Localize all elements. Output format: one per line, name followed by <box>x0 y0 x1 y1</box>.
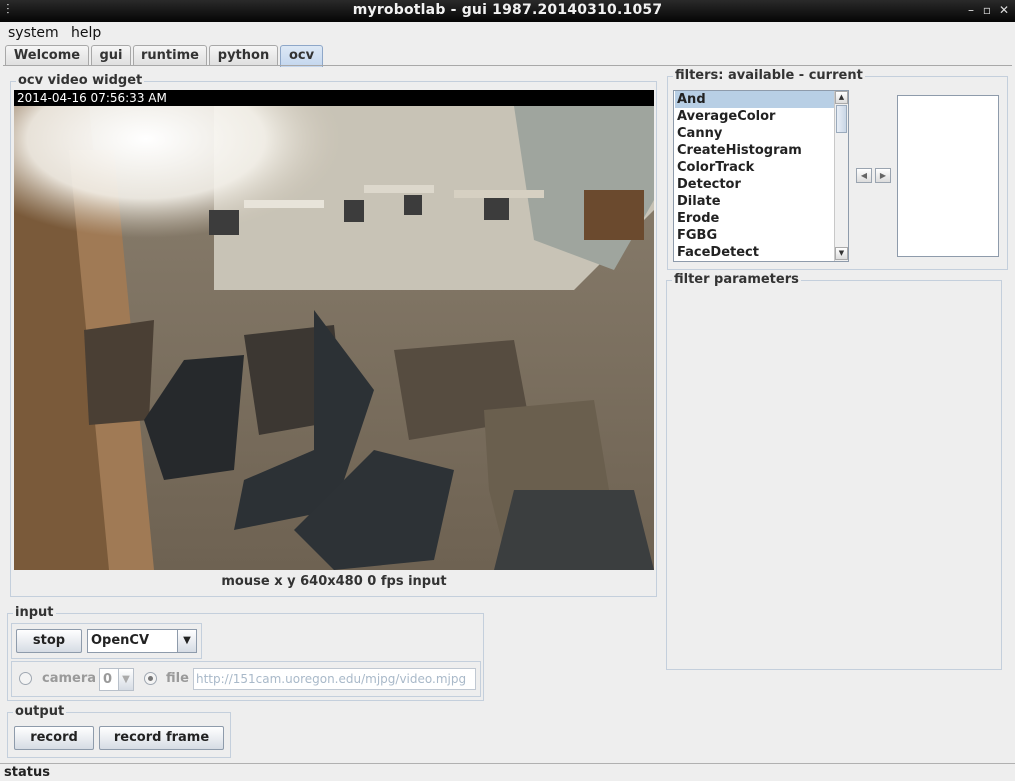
record-button[interactable]: record <box>14 726 94 750</box>
tab-welcome[interactable]: Welcome <box>5 45 89 66</box>
menu-bar: system help <box>0 22 1015 44</box>
video-timestamp: 2014-04-16 07:56:33 AM <box>14 90 654 106</box>
tab-ocv[interactable]: ocv <box>280 45 323 67</box>
available-filters-list[interactable]: And AverageColor Canny CreateHistogram C… <box>673 90 849 262</box>
file-url-input[interactable] <box>193 668 476 690</box>
list-item[interactable]: And <box>675 91 835 108</box>
camera-image <box>14 90 654 570</box>
camera-radio[interactable] <box>19 672 32 685</box>
filters-scrollbar[interactable]: ▲ ▼ <box>834 91 848 261</box>
current-filters-list[interactable] <box>897 95 999 257</box>
scrollbar-thumb[interactable] <box>836 105 847 133</box>
video-widget-title: ocv video widget <box>16 73 145 89</box>
status-label: status <box>4 765 50 780</box>
camera-label: camera <box>42 671 97 686</box>
window-title: myrobotlab - gui 1987.20140310.1057 <box>352 2 663 18</box>
tab-bar: Welcome gui runtime python ocv <box>0 44 1015 67</box>
list-item[interactable]: Erode <box>675 210 835 227</box>
input-title: input <box>13 605 56 621</box>
scroll-down-icon[interactable]: ▼ <box>835 247 848 260</box>
grabber-select[interactable]: OpenCV ▼ <box>87 629 197 653</box>
scroll-up-icon[interactable]: ▲ <box>835 91 848 104</box>
list-item[interactable]: FGBG <box>675 227 835 244</box>
add-filter-button[interactable]: ◀ <box>856 168 872 183</box>
camera-index-value: 0 <box>103 672 113 687</box>
list-item[interactable]: Dilate <box>675 193 835 210</box>
chevron-down-icon: ▼ <box>177 630 196 652</box>
video-info-label: mouse x y 640x480 0 fps input <box>221 574 447 589</box>
list-item[interactable]: Detector <box>675 176 835 193</box>
status-bar: status <box>0 763 1015 781</box>
list-item[interactable]: AverageColor <box>675 108 835 125</box>
video-frame[interactable]: 2014-04-16 07:56:33 AM <box>14 90 654 570</box>
filter-parameters-title: filter parameters <box>672 272 801 288</box>
close-icon[interactable]: ✕ <box>997 3 1011 17</box>
output-title: output <box>13 704 67 720</box>
filters-title: filters: available - current <box>673 68 865 84</box>
tab-runtime[interactable]: runtime <box>133 45 207 66</box>
chevron-down-icon: ▼ <box>118 669 133 690</box>
tab-gui[interactable]: gui <box>91 45 131 66</box>
filter-parameters-panel: filter parameters <box>666 272 1002 670</box>
list-item[interactable]: Canny <box>675 125 835 142</box>
title-bar: ⫶ myrobotlab - gui 1987.20140310.1057 – … <box>0 0 1015 22</box>
remove-filter-button[interactable]: ▶ <box>875 168 891 183</box>
file-radio[interactable] <box>144 672 157 685</box>
menu-help[interactable]: help <box>71 25 101 41</box>
minimize-icon[interactable]: – <box>964 3 978 17</box>
file-label: file <box>166 671 189 686</box>
tab-python[interactable]: python <box>209 45 278 66</box>
grabber-value: OpenCV <box>91 633 150 648</box>
list-item[interactable]: FaceDetect <box>675 244 835 261</box>
maximize-icon[interactable]: ▫ <box>980 3 994 17</box>
record-frame-button[interactable]: record frame <box>99 726 224 750</box>
menu-system[interactable]: system <box>8 25 59 41</box>
stop-button[interactable]: stop <box>16 629 82 653</box>
list-item[interactable]: ColorTrack <box>675 159 835 176</box>
list-item[interactable]: CreateHistogram <box>675 142 835 159</box>
camera-index-select[interactable]: 0 ▼ <box>99 668 134 691</box>
tab-content-border <box>3 65 1012 66</box>
